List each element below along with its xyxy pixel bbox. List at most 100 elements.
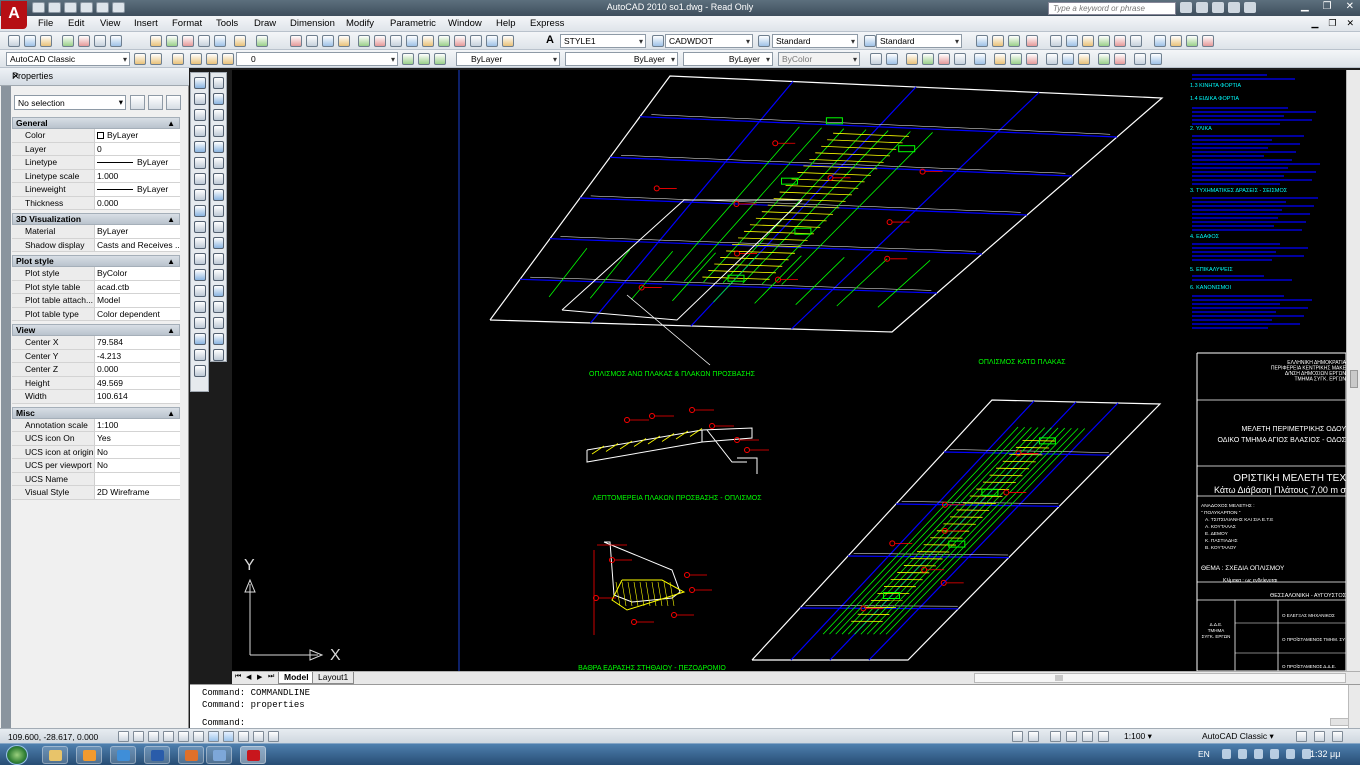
palette-strip[interactable] [1,86,11,728]
restore-icon[interactable]: ❐ [1323,1,1332,12]
property-row[interactable]: Plot style table acad.ctb [12,280,180,294]
network-icon[interactable] [1254,749,1263,759]
property-row[interactable]: Visual Style 2D Wireframe [12,486,180,500]
dyn-toggle-icon[interactable] [223,731,234,742]
tool-palettes-icon[interactable] [390,35,402,47]
property-value[interactable]: 0 [95,142,180,155]
explorer-taskbar-icon[interactable] [42,746,68,764]
property-value[interactable]: Casts and Receives ... [95,238,180,251]
tray-setting-icon[interactable] [1314,731,1325,742]
coordinate-readout[interactable]: 109.600, -28.617, 0.000 [8,732,98,742]
plot-style-dropdown[interactable]: ByColor [778,52,860,66]
undo-icon[interactable] [234,35,246,47]
menu-tools[interactable]: Tools [216,18,238,29]
media-player-taskbar-icon[interactable] [76,746,102,764]
comm-center-icon[interactable] [1212,2,1224,13]
zoom-realtime-icon[interactable] [306,35,318,47]
first-tab-icon[interactable]: ⏮ [235,673,241,681]
command-scrollbar[interactable] [1348,685,1360,729]
quick-select-icon[interactable] [166,95,181,110]
menu-dimension[interactable]: Dimension [290,18,335,29]
polyline-icon[interactable] [194,109,206,121]
property-row[interactable]: Center X 79.584 [12,336,180,350]
table-style-dropdown[interactable]: Standard [772,34,858,48]
property-row[interactable]: Thickness 0.000 [12,196,180,210]
property-row[interactable]: Material ByLayer [12,225,180,239]
word-taskbar-icon[interactable] [144,746,170,764]
gradient-icon[interactable] [194,317,206,329]
close-icon[interactable]: ✕ [12,71,185,82]
osnap-toggle-icon[interactable] [178,731,189,742]
ie-taskbar-icon[interactable] [110,746,136,764]
close-icon[interactable]: ✕ [1346,1,1354,12]
ellipse-icon[interactable] [194,221,206,233]
grid-toggle-icon[interactable] [133,731,144,742]
layer-tool-icon[interactable] [190,53,202,65]
layer-tool-icon[interactable] [134,53,146,65]
menu-file[interactable]: File [38,18,53,29]
property-value[interactable]: ByLayer [95,225,180,238]
point-icon[interactable] [194,285,206,297]
osnap-icon[interactable] [1134,53,1146,65]
minimize-icon[interactable]: ▁ [1311,18,1318,29]
property-row[interactable]: Color ByLayer [12,129,180,143]
scroll-thumb[interactable] [1350,370,1358,388]
multileader-style-dropdown[interactable]: Standard [876,34,962,48]
property-row[interactable]: Annotation scale 1:100 [12,418,180,432]
help-icon[interactable] [454,35,466,47]
layer-dropdown[interactable]: 0 [236,52,398,66]
sc-toggle-icon[interactable] [268,731,279,742]
property-value[interactable]: No [95,445,180,458]
menu-express[interactable]: Express [530,18,564,29]
design-center-icon[interactable] [374,35,386,47]
nav-tool-icon[interactable] [1066,731,1077,742]
property-value[interactable]: acad.ctb [95,280,180,293]
copy-icon[interactable] [166,35,178,47]
section-plot-style[interactable]: Plot style ▲ [12,255,180,267]
property-value[interactable]: ByColor [95,267,180,280]
rotate-icon[interactable] [213,173,224,185]
search-input[interactable]: Type a keyword or phrase [1048,2,1176,15]
autocad-taskbar-icon[interactable] [240,746,266,764]
osnap-icon[interactable] [886,53,898,65]
move-icon[interactable] [213,157,224,169]
menu-view[interactable]: View [100,18,120,29]
tray-arrow-icon[interactable] [1222,749,1231,759]
3d-dwf-icon[interactable] [110,35,122,47]
fillet-icon[interactable] [213,317,224,329]
collapse-icon[interactable]: ▲ [167,325,175,336]
property-value[interactable]: Color dependent [95,307,180,320]
property-value[interactable]: 1.000 [95,169,180,182]
explode-icon[interactable] [213,333,224,345]
table-icon[interactable] [194,349,206,361]
plot-preview-icon[interactable] [78,35,90,47]
osnap-icon[interactable] [906,53,918,65]
application-menu-button[interactable]: A [1,1,27,29]
property-row[interactable]: Layer 0 [12,142,180,156]
select-objects-icon[interactable] [148,95,163,110]
property-value[interactable]: Model [95,294,180,307]
dimension-tool-icon[interactable] [1114,35,1126,47]
dimension-tool-icon[interactable] [1066,35,1078,47]
snap-toggle-icon[interactable] [118,731,129,742]
property-row[interactable]: UCS icon at origin No [12,445,180,459]
nav-tool-icon[interactable] [1098,731,1109,742]
osnap-icon[interactable] [974,53,986,65]
section-general[interactable]: General ▲ [12,117,180,129]
layer-tool-icon[interactable] [150,53,162,65]
osnap-icon[interactable] [938,53,950,65]
construction-line-icon[interactable] [194,93,206,105]
collapse-icon[interactable]: ▲ [167,118,175,129]
osnap-icon[interactable] [1150,53,1162,65]
properties-icon[interactable] [358,35,370,47]
osnap-icon[interactable] [1010,53,1022,65]
restore-icon[interactable]: ❐ [1328,18,1336,29]
qnew-icon[interactable] [8,35,20,47]
property-value[interactable] [95,472,180,485]
array-icon[interactable] [213,141,224,153]
zoom-window-icon[interactable] [322,35,334,47]
menu-format[interactable]: Format [172,18,202,29]
dimension-tool-icon[interactable] [992,35,1004,47]
flag-icon[interactable] [1238,749,1247,759]
layer-tool-icon[interactable] [206,53,218,65]
